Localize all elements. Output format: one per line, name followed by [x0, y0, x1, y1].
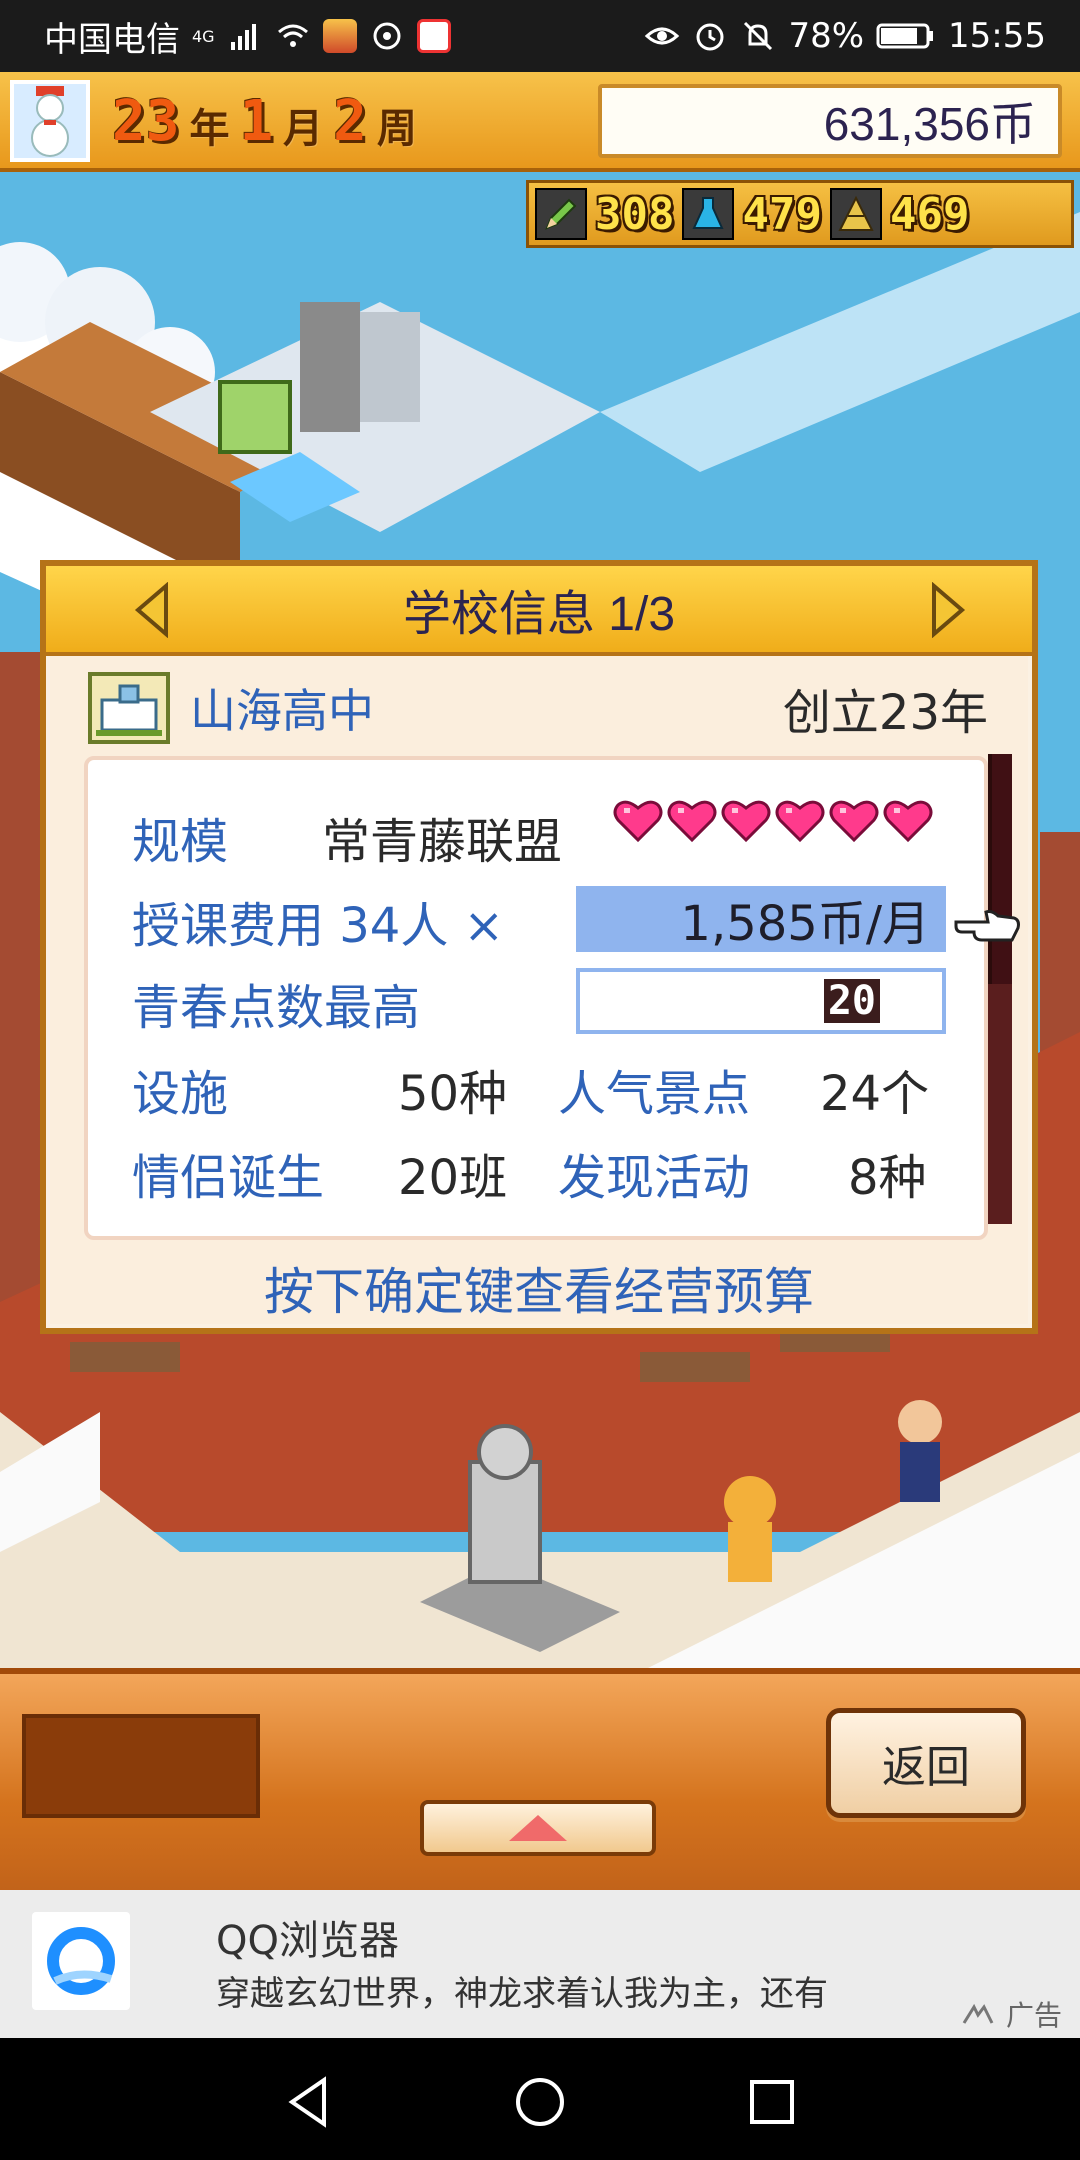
- signal-icon: [230, 24, 256, 50]
- popular-spots-value: 24个: [820, 1066, 930, 1122]
- alarm-icon: [696, 23, 724, 51]
- network-type: 4G: [192, 26, 215, 46]
- heart-icon: [829, 800, 879, 843]
- expand-menu-button[interactable]: [420, 1800, 656, 1856]
- youth-points-box: 20: [576, 968, 946, 1034]
- clock: 15:55: [948, 16, 1046, 56]
- wifi-icon: [277, 24, 308, 47]
- week-unit: 周: [376, 106, 417, 152]
- week-number: 2: [333, 89, 367, 154]
- back-button-label: 返回: [882, 1742, 970, 1793]
- triangle-up-icon: [509, 1815, 567, 1841]
- control-bar: 返回: [0, 1668, 1080, 1890]
- scale-hearts: [612, 796, 934, 844]
- study-points-value: 308: [595, 188, 675, 240]
- popularity-points-value: 469: [889, 188, 970, 240]
- carrier-label: 中国电信: [44, 19, 180, 60]
- heart-icon: [883, 800, 933, 843]
- arrow-right-icon: [932, 582, 966, 638]
- heart-icon: [721, 800, 771, 843]
- mute-icon: [744, 21, 773, 51]
- budget-hint: 按下确定键查看经营预算: [264, 1263, 814, 1321]
- ad-title: QQ浏览器: [216, 1918, 399, 1964]
- next-page-button[interactable]: [920, 582, 976, 638]
- popular-spots-label: 人气景点: [558, 1066, 751, 1122]
- ad-banner[interactable]: QQ浏览器 穿越玄幻世界，神龙求着认我为主，还有 广告: [0, 1890, 1080, 2038]
- back-button[interactable]: 返回: [826, 1708, 1026, 1818]
- ad-tag-label: 广告: [1006, 1999, 1063, 2032]
- heart-icon: [667, 800, 717, 843]
- battery-icon: [876, 23, 934, 49]
- flask-icon: [682, 188, 735, 240]
- dialog-title: 学校信息 1/3: [402, 588, 676, 641]
- founded-years: 创立23年: [782, 685, 988, 741]
- year-number: 23: [112, 89, 180, 154]
- activities-value: 8种: [848, 1150, 927, 1206]
- nav-back-icon[interactable]: [280, 2074, 336, 2130]
- couples-value: 20班: [398, 1150, 508, 1206]
- school-name: 山海高中: [190, 684, 374, 738]
- nav-recents-icon[interactable]: [744, 2074, 800, 2130]
- youth-points-value: 20: [823, 979, 880, 1023]
- scrollbar-thumb[interactable]: [988, 754, 1012, 984]
- nav-home-icon[interactable]: [512, 2074, 568, 2130]
- netease-icon: [373, 22, 401, 50]
- pyramid-icon: [829, 188, 882, 240]
- scale-value: 常青藤联盟: [322, 814, 563, 870]
- snowman-icon: [31, 86, 69, 157]
- month-number: 1: [239, 89, 274, 154]
- status-bar: 中国电信 4G 78% 15:55: [0, 0, 1080, 72]
- tuition-label: 授课费用 34人 ×: [132, 898, 504, 954]
- tuition-value-box[interactable]: 1,585币/月: [576, 886, 946, 952]
- resource-bar: 308 479 469: [526, 180, 1074, 248]
- dialog-header: 学校信息 1/3: [46, 566, 1032, 656]
- game-app-icon: [322, 19, 357, 53]
- ad-description: 穿越玄幻世界，神龙求着认我为主，还有: [216, 1974, 828, 2014]
- store-app-icon: [416, 19, 451, 53]
- arrow-left-icon: [134, 582, 168, 638]
- ad-tag: 广告: [962, 1994, 1062, 2034]
- youth-points-label: 青春点数最高: [132, 980, 421, 1036]
- research-points-value: 479: [742, 188, 822, 240]
- year-unit: 年: [189, 106, 230, 152]
- couples-label: 情侣诞生: [132, 1150, 325, 1206]
- hand-pointer-icon: [954, 910, 1020, 942]
- month-unit: 月: [283, 106, 324, 152]
- eye-icon: [645, 27, 680, 45]
- facilities-label: 设施: [132, 1066, 229, 1122]
- school-info-dialog: 学校信息 1/3 山海高中 创立23年 规模 常青藤联盟 授课费用 34人 × …: [40, 560, 1038, 1334]
- activities-label: 发现活动: [558, 1150, 751, 1206]
- empty-slot: [22, 1714, 260, 1818]
- facilities-value: 50种: [398, 1066, 508, 1122]
- heart-icon: [613, 800, 663, 843]
- school-header-row: 山海高中 创立23年: [88, 670, 988, 746]
- battery-percent: 78%: [788, 16, 865, 56]
- scale-label: 规模: [132, 814, 229, 870]
- snowman-avatar[interactable]: [10, 80, 90, 162]
- heart-icon: [775, 800, 825, 843]
- pencil-icon: [535, 188, 587, 240]
- game-date: 23 年 1 月 2 周: [112, 88, 417, 154]
- navigation-bar: [0, 2038, 1080, 2160]
- money-display: 631,356币: [598, 84, 1062, 158]
- prev-page-button[interactable]: [124, 582, 180, 638]
- tuition-value: 1,585币/月: [680, 896, 930, 952]
- ad-logo-icon: [962, 2003, 994, 2024]
- school-building-icon: [88, 672, 170, 744]
- qq-browser-icon: [32, 1912, 130, 2010]
- game-top-bar: 23 年 1 月 2 周 631,356币: [0, 72, 1080, 172]
